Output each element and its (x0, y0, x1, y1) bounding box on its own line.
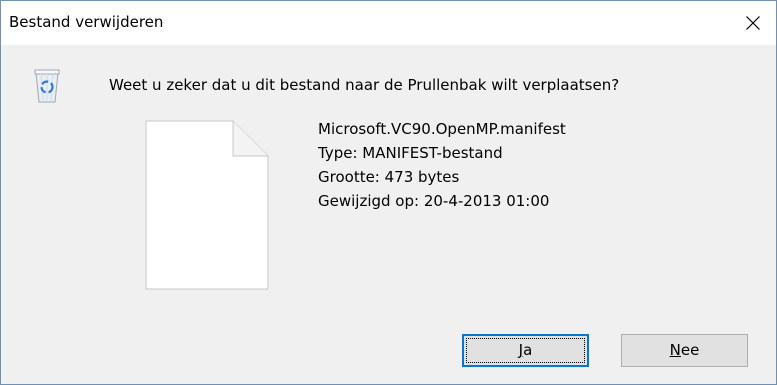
yes-button-label: a (523, 341, 533, 359)
dialog-window: Bestand verwijderen Weet u zeker dat u d… (0, 0, 777, 385)
confirmation-prompt: Weet u zeker dat u dit bestand naar de P… (109, 76, 620, 94)
yes-button[interactable]: Ja (462, 334, 589, 367)
no-button-mnemonic: N (669, 341, 681, 359)
file-modified: Gewijzigd op: 20-4-2013 01:00 (318, 192, 550, 210)
window-title: Bestand verwijderen (9, 13, 164, 31)
file-type: Type: MANIFEST-bestand (318, 144, 503, 162)
document-icon (145, 120, 269, 290)
close-button[interactable] (730, 1, 776, 45)
yes-button-mnemonic: J (518, 341, 524, 359)
file-name: Microsoft.VC90.OpenMP.manifest (318, 120, 566, 138)
file-details: Microsoft.VC90.OpenMP.manifest Type: MAN… (318, 117, 566, 213)
no-button[interactable]: Nee (621, 334, 748, 367)
title-bar: Bestand verwijderen (1, 1, 776, 45)
recycle-bin-icon (34, 67, 60, 103)
close-icon (746, 16, 760, 30)
no-button-label: ee (680, 341, 700, 359)
file-size: Grootte: 473 bytes (318, 168, 460, 186)
